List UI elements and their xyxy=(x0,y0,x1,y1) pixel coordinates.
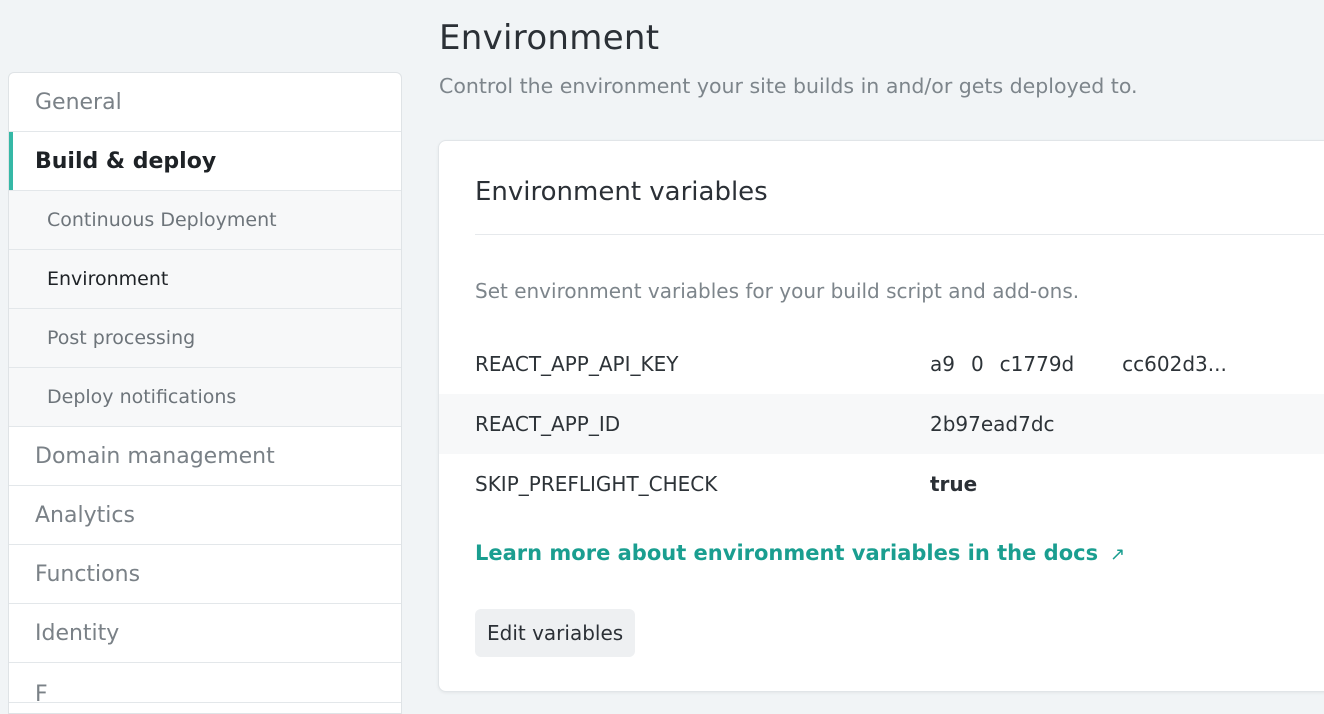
sidebar-item-label: General xyxy=(35,89,122,115)
sidebar-item-label: Analytics xyxy=(35,502,135,528)
sidebar-item-label: Build & deploy xyxy=(35,148,217,174)
sidebar-subitem-continuous-deployment[interactable]: Continuous Deployment xyxy=(9,191,401,250)
sidebar-item-build-deploy[interactable]: Build & deploy xyxy=(9,132,401,191)
environment-variables-card: Environment variables Set environment va… xyxy=(438,140,1324,692)
sidebar-item-label: Functions xyxy=(35,561,141,587)
edit-variables-button[interactable]: Edit variables xyxy=(475,609,636,657)
sidebar-item-functions[interactable]: Functions xyxy=(9,545,401,604)
sidebar-item-label: Domain management xyxy=(35,443,275,469)
variable-value: a9 0 c1779d cc602d3... xyxy=(930,352,1227,376)
variable-key: REACT_APP_ID xyxy=(475,412,621,436)
sidebar-item-identity[interactable]: Identity xyxy=(9,604,401,663)
variables-list: REACT_APP_API_KEY a9 0 c1779d cc602d3...… xyxy=(439,334,1324,514)
variable-value: 2b97ead7dc xyxy=(930,412,1087,436)
sidebar-item-label: Post processing xyxy=(47,327,196,349)
sidebar-item-truncated[interactable]: F xyxy=(9,663,401,707)
variable-row: REACT_APP_API_KEY a9 0 c1779d cc602d3... xyxy=(439,334,1324,394)
sidebar-item-label: Environment xyxy=(47,268,169,290)
sidebar-subitem-post-processing[interactable]: Post processing xyxy=(9,309,401,368)
sidebar-item-label: Identity xyxy=(35,620,120,646)
sidebar-item-label: Continuous Deployment xyxy=(47,209,277,231)
page-subtitle: Control the environment your site builds… xyxy=(439,74,1138,98)
sidebar-item-analytics[interactable]: Analytics xyxy=(9,486,401,545)
variable-key: REACT_APP_API_KEY xyxy=(475,352,679,376)
card-description: Set environment variables for your build… xyxy=(475,279,1080,303)
variable-row: REACT_APP_ID 2b97ead7dc xyxy=(439,394,1324,454)
sidebar-item-label: Deploy notifications xyxy=(47,386,237,408)
settings-sidebar: General Build & deploy Continuous Deploy… xyxy=(8,72,402,714)
sidebar-item-general[interactable]: General xyxy=(9,73,401,132)
variable-value: true xyxy=(930,472,978,496)
page-title: Environment xyxy=(439,18,660,58)
variable-key: SKIP_PREFLIGHT_CHECK xyxy=(475,472,718,496)
external-link-arrow-icon: ↗ xyxy=(1110,544,1126,565)
card-divider xyxy=(475,234,1324,235)
sidebar-subitem-deploy-notifications[interactable]: Deploy notifications xyxy=(9,368,401,427)
card-title: Environment variables xyxy=(475,177,768,207)
docs-link-label: Learn more about environment variables i… xyxy=(475,541,1099,565)
sidebar-subitem-environment[interactable]: Environment xyxy=(9,250,401,309)
docs-link[interactable]: Learn more about environment variables i… xyxy=(475,541,1125,565)
sidebar-item-label: F xyxy=(35,682,48,707)
sidebar-item-domain-management[interactable]: Domain management xyxy=(9,427,401,486)
variable-row: SKIP_PREFLIGHT_CHECK true xyxy=(439,454,1324,514)
